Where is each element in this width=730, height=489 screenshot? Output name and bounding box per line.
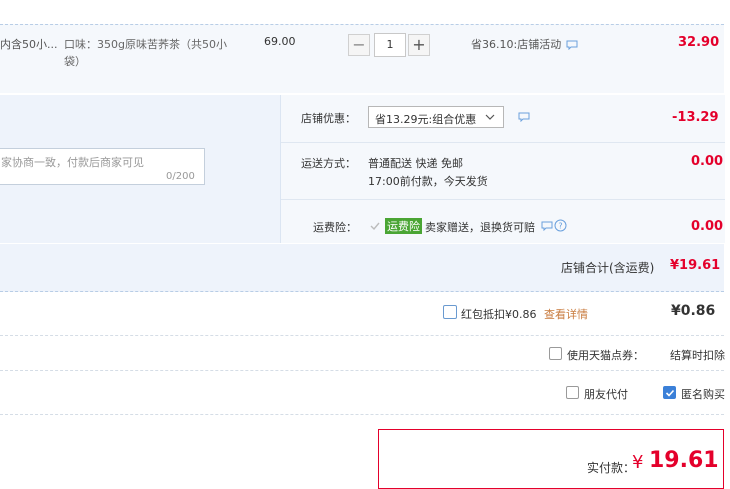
- message-counter: 0/200: [166, 171, 195, 182]
- promo-text: 省36.10:店铺活动: [471, 38, 562, 51]
- chat-icon[interactable]: [518, 112, 530, 122]
- product-subtotal: 32.90: [678, 35, 720, 50]
- insurance-amount: 0.00: [691, 219, 724, 234]
- quantity-decrease-button[interactable]: −: [348, 34, 370, 56]
- red-packet-amount: ¥0.86: [671, 303, 716, 319]
- check-icon: [370, 222, 380, 231]
- check-icon: [665, 389, 675, 397]
- quantity-increase-button[interactable]: +: [408, 34, 430, 56]
- friend-pay-checkbox[interactable]: [566, 386, 579, 399]
- product-name[interactable]: 内含50小...: [0, 36, 58, 52]
- help-icon[interactable]: ?: [554, 219, 567, 232]
- order-info-block: 家协商一致，付款后商家可见 0/200: [0, 95, 725, 243]
- shop-total-amount: ¥19.61: [670, 258, 721, 273]
- shop-discount-select-value: 省13.29元:组合优惠: [375, 113, 477, 126]
- quantity-input[interactable]: 1: [374, 33, 406, 57]
- insurance-label: 运费险：: [313, 221, 357, 234]
- divider: [0, 370, 724, 371]
- red-packet-details-link[interactable]: 查看详情: [544, 306, 588, 322]
- shop-discount-select[interactable]: 省13.29元:组合优惠: [368, 106, 504, 128]
- product-spec-line2: 袋）: [64, 55, 86, 68]
- tmall-points-checkbox[interactable]: [549, 347, 562, 360]
- shop-discount-amount: -13.29: [672, 110, 719, 125]
- insurance-badge: 运费险: [385, 218, 422, 234]
- tmall-points-label: 使用天猫点券：: [567, 349, 644, 362]
- payment-currency: ¥: [632, 452, 644, 473]
- message-placeholder: 家协商一致，付款后商家可见: [1, 156, 144, 169]
- divider: [0, 335, 724, 336]
- seller-message-input[interactable]: 家协商一致，付款后商家可见 0/200: [0, 148, 205, 185]
- svg-text:?: ?: [558, 222, 562, 231]
- shipping-method: 普通配送 快递 免邮: [368, 157, 463, 170]
- chat-icon[interactable]: [566, 40, 578, 50]
- red-packet-checkbox[interactable]: [443, 305, 457, 319]
- payment-summary-box: 实付款： ¥ 19.61: [378, 429, 724, 489]
- payment-amount: 19.61: [649, 448, 719, 473]
- divider: [281, 199, 725, 200]
- shop-discount-label: 店铺优惠：: [301, 112, 356, 125]
- anonymous-purchase-checkbox[interactable]: [663, 386, 676, 399]
- friend-pay-label: 朋友代付: [584, 388, 628, 401]
- payment-label: 实付款：: [587, 461, 636, 475]
- divider: [0, 414, 724, 415]
- product-spec-line1: 口味：350g原味苦荞茶（共50小: [64, 38, 227, 51]
- anonymous-purchase-label: 匿名购买: [681, 388, 725, 401]
- divider: [281, 142, 725, 143]
- chevron-down-icon: [485, 114, 495, 120]
- red-packet-label: 红包抵扣¥0.86: [461, 308, 537, 321]
- shipping-amount: 0.00: [691, 154, 724, 169]
- chat-icon[interactable]: [541, 221, 553, 231]
- shop-total-label: 店铺合计(含运费): [561, 261, 655, 275]
- unit-price: 69.00: [264, 35, 296, 48]
- tmall-points-note: 结算时扣除: [670, 349, 725, 362]
- insurance-text: 卖家赠送，退换货可赔: [425, 221, 535, 234]
- shipping-time: 17:00前付款，今天发货: [368, 175, 488, 188]
- shipping-label: 运送方式：: [301, 157, 356, 170]
